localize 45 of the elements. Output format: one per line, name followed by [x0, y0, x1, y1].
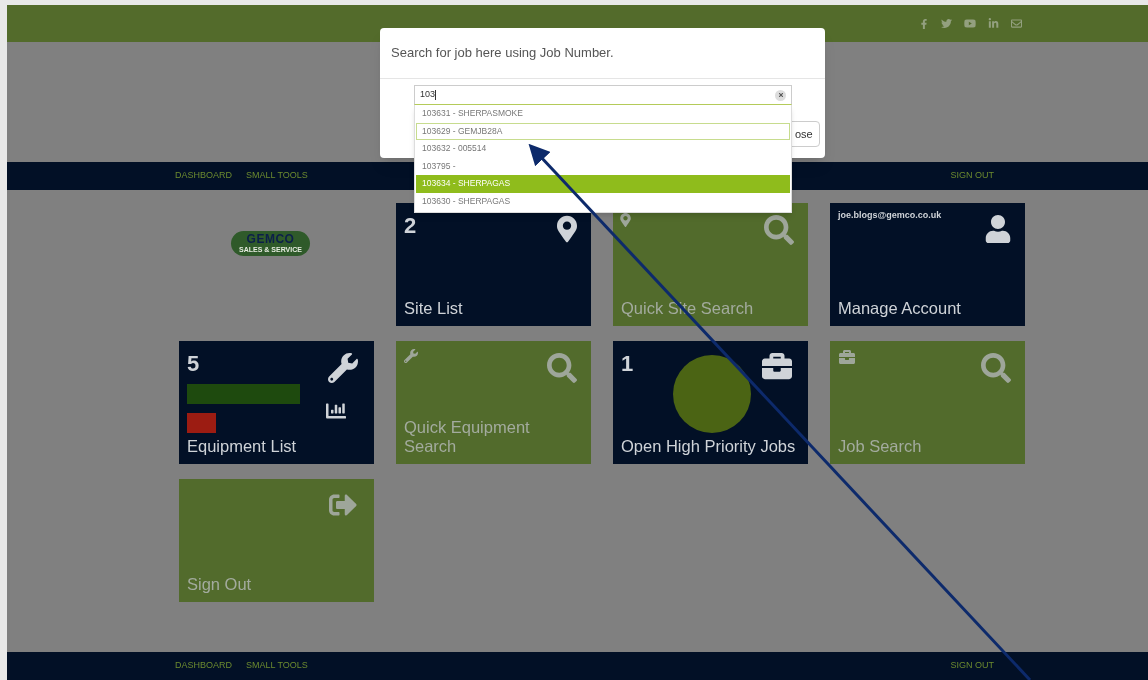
sign-out-link[interactable]: SIGN OUT — [950, 169, 994, 183]
tile-count: 1 — [621, 353, 634, 375]
result-option[interactable]: 103629 - GEMJB28A — [416, 122, 790, 140]
tile-title: Job Search — [838, 437, 923, 456]
linkedin-icon[interactable] — [988, 18, 999, 29]
user-icon — [985, 215, 1011, 243]
search-icon — [764, 215, 794, 245]
tile-count: 5 — [187, 353, 200, 375]
tile-title: Quick Equipment Search — [404, 418, 531, 456]
clear-icon[interactable] — [775, 89, 786, 101]
bar-chart-icon — [324, 401, 348, 421]
job-search-field[interactable]: 103 — [414, 85, 792, 105]
map-pin-icon — [620, 213, 631, 227]
dashboard-tile[interactable]: 5 Equipment List — [179, 341, 374, 464]
youtube-icon[interactable] — [964, 18, 976, 29]
search-icon — [981, 353, 1011, 383]
tile-title: Site List — [404, 299, 464, 318]
result-option[interactable]: 103795 - — [416, 157, 790, 175]
dashboard-tile[interactable]: joe.blogs@gemco.co.uk Manage Account — [830, 203, 1025, 326]
tile-title: Sign Out — [187, 575, 253, 594]
wrench-icon — [328, 353, 358, 383]
tile-title: Equipment List — [187, 437, 298, 456]
briefcase-icon — [838, 349, 856, 365]
tile-count: 2 — [404, 215, 417, 237]
sign-out-link[interactable]: SIGN OUT — [950, 659, 994, 673]
dashboard-tile[interactable]: Sign Out — [179, 479, 374, 602]
tile-title: Open High Priority Jobs — [621, 437, 797, 456]
nav-link[interactable]: DASHBOARD — [175, 169, 232, 183]
dashboard-tile[interactable]: 1 Open High Priority Jobs — [613, 341, 808, 464]
envelope-icon[interactable] — [1011, 18, 1022, 29]
nav-link[interactable]: SMALL TOOLS — [246, 659, 308, 673]
nav-link[interactable]: SMALL TOOLS — [246, 169, 308, 183]
map-pin-icon — [557, 215, 577, 243]
nav-link[interactable]: DASHBOARD — [175, 659, 232, 673]
wrench-icon — [404, 349, 418, 363]
dashboard-tile[interactable]: Quick Equipment Search — [396, 341, 591, 464]
facebook-icon[interactable] — [919, 18, 929, 29]
dashboard-tile[interactable]: 2 Site List — [396, 203, 591, 326]
search-icon — [547, 353, 577, 383]
tile-title: Manage Account — [838, 299, 962, 318]
account-email: joe.blogs@gemco.co.uk — [838, 211, 942, 220]
modal-title: Search for job here using Job Number. — [391, 44, 614, 63]
briefcase-icon — [760, 351, 794, 381]
result-option[interactable]: 103631 - SHERPASMOKE — [416, 105, 790, 123]
twitter-icon[interactable] — [941, 18, 952, 29]
